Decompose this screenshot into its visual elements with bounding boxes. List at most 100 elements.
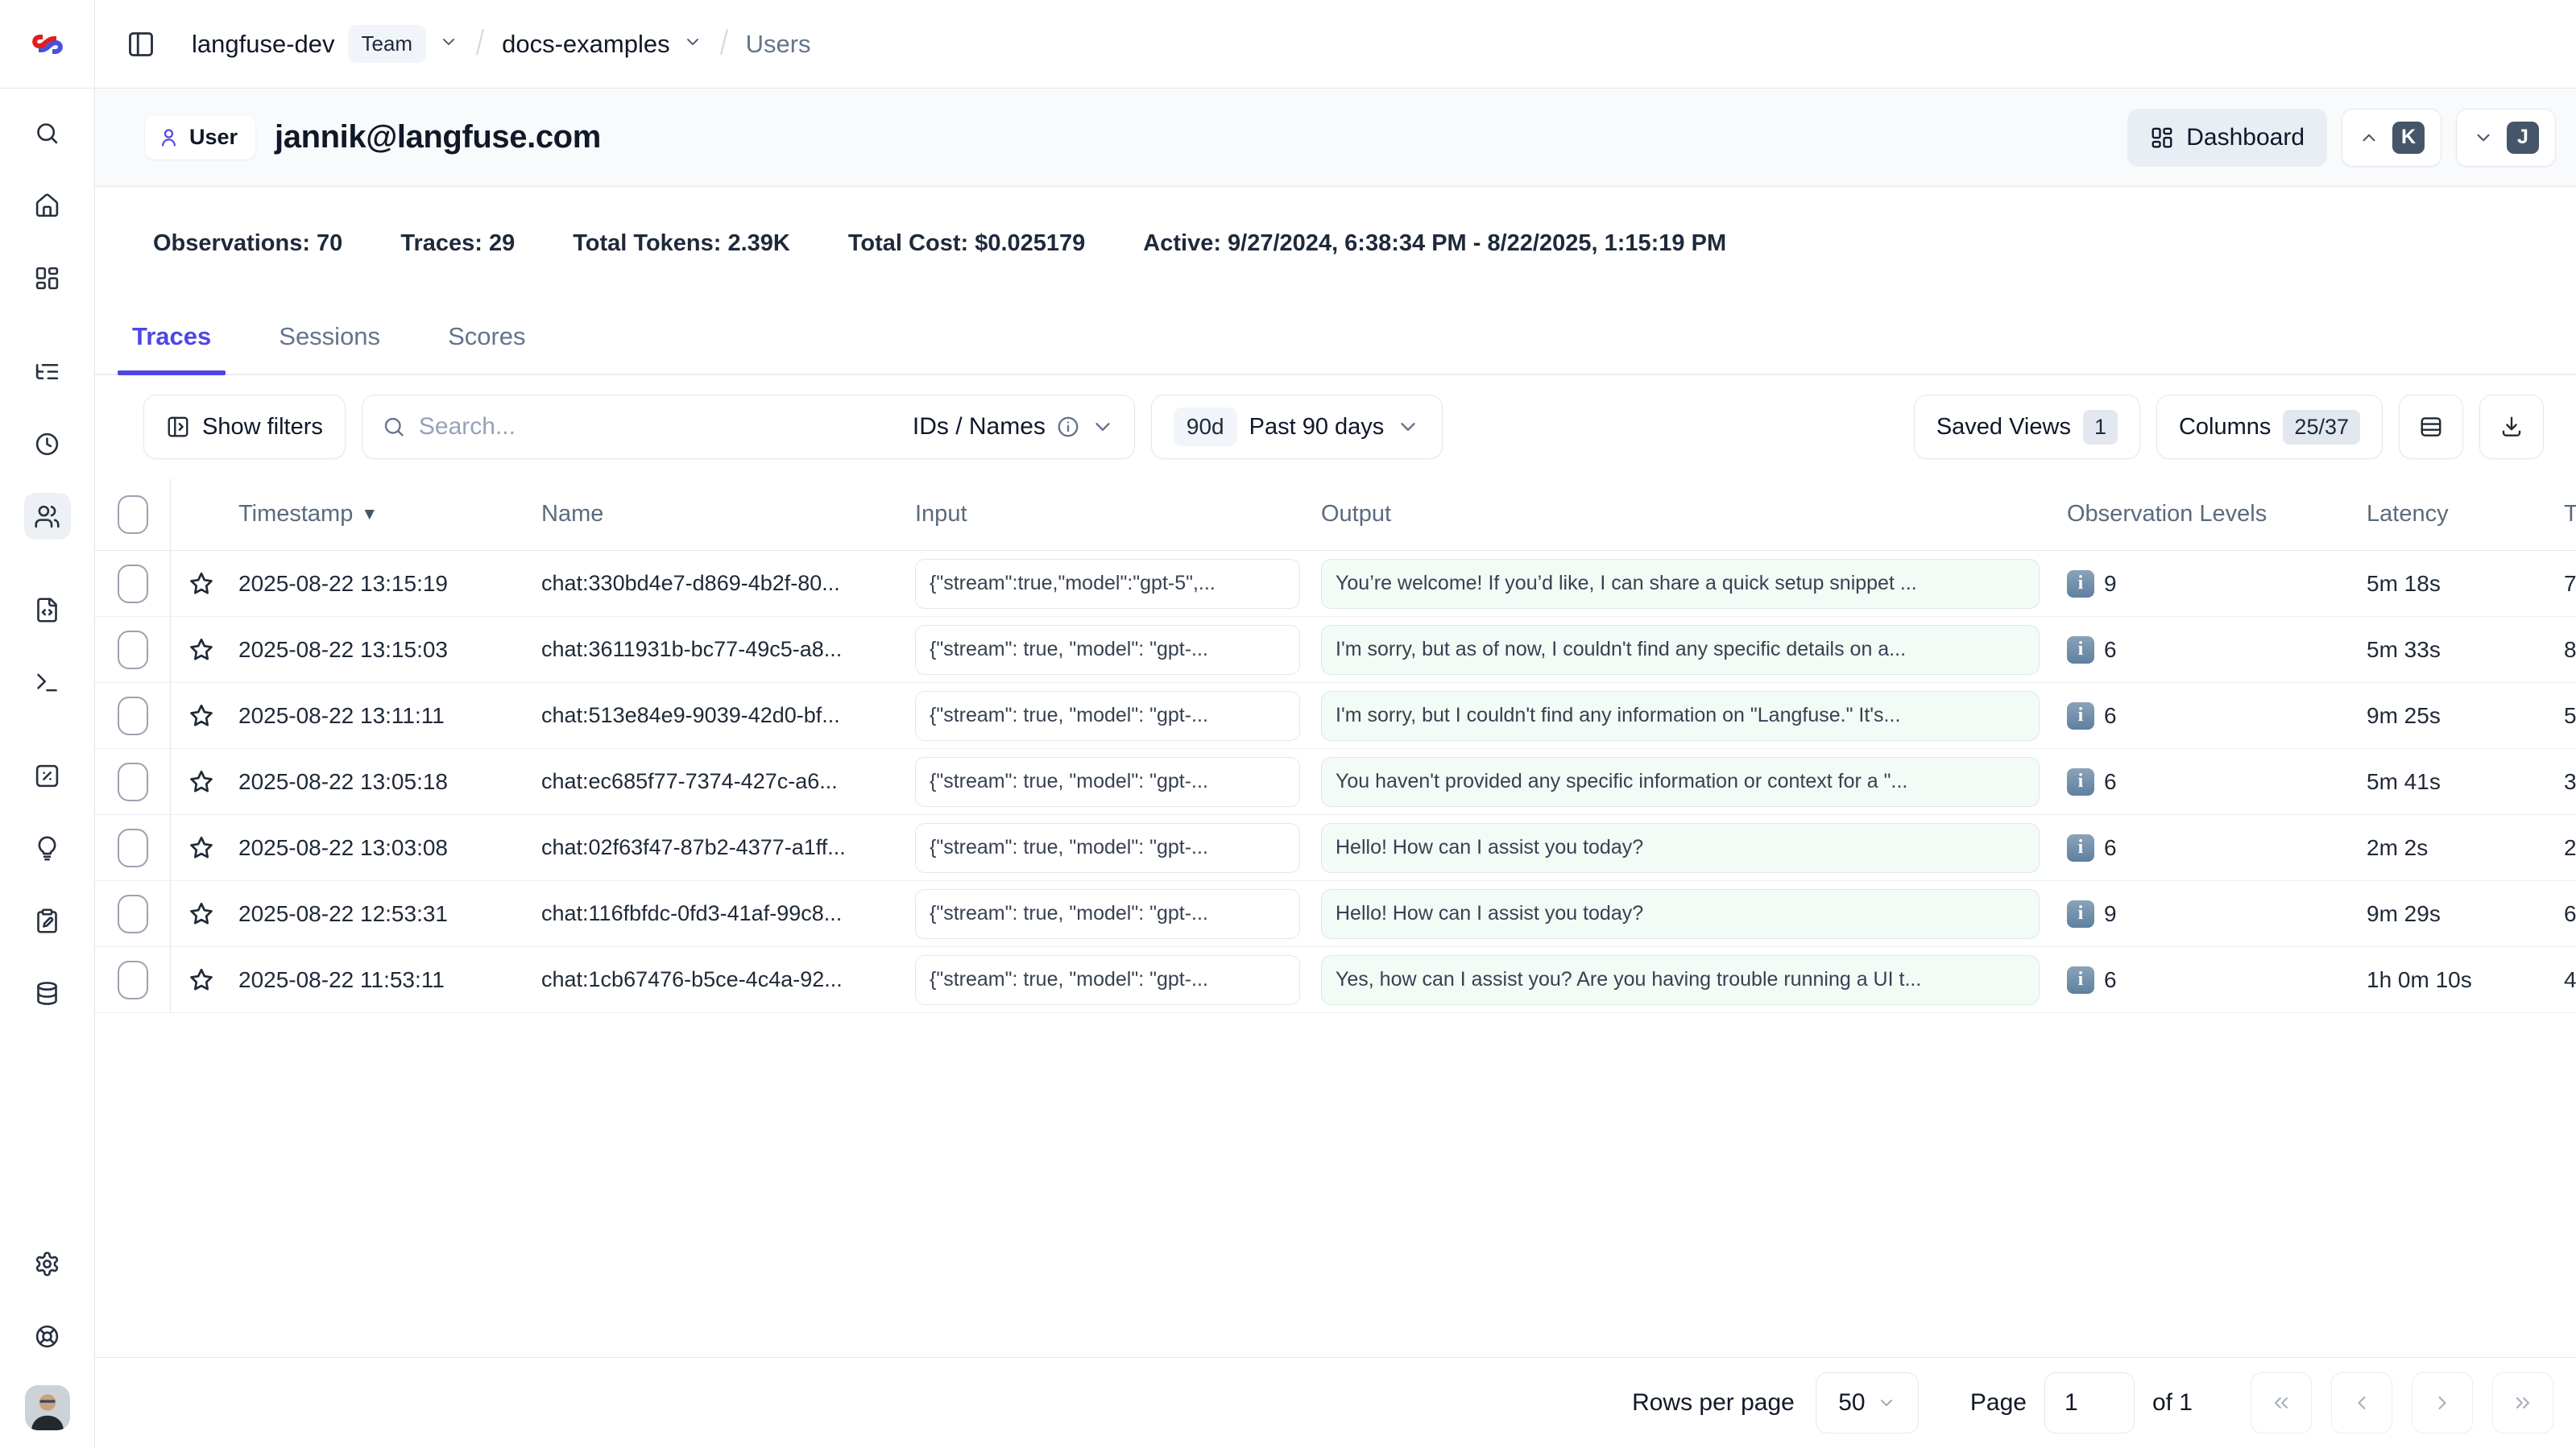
trace-name[interactable]: chat:330bd4e7-d869-4b2f-80...: [541, 571, 840, 596]
annotation-icon[interactable]: [24, 897, 71, 944]
trace-output-preview[interactable]: You haven't provided any specific inform…: [1321, 757, 2040, 807]
select-all-checkbox[interactable]: [118, 495, 148, 534]
trace-timestamp: 2025-08-22 13:11:11: [238, 703, 445, 729]
bookmark-star-icon[interactable]: [171, 749, 232, 814]
table-row[interactable]: 2025-08-22 11:53:11 chat:1cb67476-b5ce-4…: [95, 947, 2576, 1013]
breadcrumb-separator: [715, 27, 733, 61]
bookmark-star-icon[interactable]: [171, 551, 232, 616]
dashboard-button[interactable]: Dashboard: [2127, 109, 2327, 167]
tab-sessions[interactable]: Sessions: [275, 300, 383, 374]
prev-user-button[interactable]: K: [2342, 109, 2441, 167]
row-checkbox[interactable]: [118, 565, 148, 603]
trace-total-clipped: 2: [2564, 835, 2576, 861]
trace-output-preview[interactable]: I'm sorry, but as of now, I couldn't fin…: [1321, 625, 2040, 675]
bookmark-star-icon[interactable]: [171, 683, 232, 748]
time-range-select[interactable]: 90d Past 90 days: [1151, 395, 1443, 459]
org-plan-badge: Team: [348, 25, 427, 63]
search-icon[interactable]: [24, 110, 71, 156]
trace-input-preview[interactable]: {"stream": true, "model": "gpt-...: [915, 691, 1300, 741]
trace-total-clipped: 3: [2564, 769, 2576, 795]
trace-output-preview[interactable]: Hello! How can I assist you today?: [1321, 823, 2040, 873]
search-input[interactable]: [419, 413, 900, 441]
next-user-button[interactable]: J: [2456, 109, 2556, 167]
trace-name[interactable]: chat:3611931b-bc77-49c5-a8...: [541, 637, 842, 662]
table-row[interactable]: 2025-08-22 12:53:31 chat:116fbfdc-0fd3-4…: [95, 881, 2576, 947]
table-row[interactable]: 2025-08-22 13:15:03 chat:3611931b-bc77-4…: [95, 617, 2576, 683]
search-box[interactable]: IDs / Names: [362, 395, 1135, 459]
bookmark-star-icon[interactable]: [171, 617, 232, 682]
saved-views-count: 1: [2083, 410, 2118, 445]
trace-name[interactable]: chat:116fbfdc-0fd3-41af-99c8...: [541, 901, 842, 926]
trace-name[interactable]: chat:1cb67476-b5ce-4c4a-92...: [541, 967, 843, 992]
tab-scores[interactable]: Scores: [445, 300, 528, 374]
prompts-icon[interactable]: [24, 586, 71, 633]
table-row[interactable]: 2025-08-22 13:11:11 chat:513e84e9-9039-4…: [95, 683, 2576, 749]
row-checkbox[interactable]: [118, 763, 148, 801]
row-height-button[interactable]: [2399, 395, 2463, 459]
trace-input-preview[interactable]: {"stream": true, "model": "gpt-...: [915, 955, 1300, 1005]
trace-name[interactable]: chat:02f63f47-87b2-4377-a1ff...: [541, 835, 846, 860]
rows-per-page-select[interactable]: 50: [1816, 1372, 1919, 1434]
tab-traces[interactable]: Traces: [129, 300, 214, 374]
traces-table: Timestamp ▼ Name Input Output Observatio…: [95, 478, 2576, 1013]
row-checkbox[interactable]: [118, 829, 148, 867]
row-checkbox[interactable]: [118, 631, 148, 669]
lightbulb-icon[interactable]: [24, 825, 71, 871]
breadcrumb-project[interactable]: docs-examples: [502, 30, 669, 59]
users-icon[interactable]: [24, 493, 71, 540]
saved-views-button[interactable]: Saved Views 1: [1914, 395, 2140, 459]
row-checkbox[interactable]: [118, 895, 148, 933]
chevron-down-icon[interactable]: [439, 32, 458, 56]
playground-icon[interactable]: [24, 659, 71, 705]
trace-input-preview[interactable]: {"stream":true,"model":"gpt-5",...: [915, 559, 1300, 609]
breadcrumb-org[interactable]: langfuse-dev: [192, 30, 335, 59]
row-checkbox[interactable]: [118, 697, 148, 735]
sessions-icon[interactable]: [24, 420, 71, 467]
table-body: 2025-08-22 13:15:19 chat:330bd4e7-d869-4…: [95, 551, 2576, 1013]
trace-output-preview[interactable]: Hello! How can I assist you today?: [1321, 889, 2040, 939]
show-filters-button[interactable]: Show filters: [143, 395, 346, 459]
last-page-button[interactable]: [2492, 1372, 2553, 1434]
langfuse-logo[interactable]: [0, 0, 94, 89]
next-page-button[interactable]: [2412, 1372, 2473, 1434]
prev-page-button[interactable]: [2331, 1372, 2392, 1434]
export-button[interactable]: [2479, 395, 2544, 459]
chevron-down-icon[interactable]: [683, 32, 702, 56]
trace-input-preview[interactable]: {"stream": true, "model": "gpt-...: [915, 625, 1300, 675]
home-icon[interactable]: [24, 182, 71, 229]
tracing-icon[interactable]: [24, 348, 71, 395]
bookmark-star-icon[interactable]: [171, 881, 232, 946]
columns-count: 25/37: [2283, 410, 2360, 445]
search-scope-select[interactable]: IDs / Names: [913, 413, 1115, 441]
dashboards-icon[interactable]: [24, 254, 71, 301]
info-level-icon: i: [2067, 570, 2094, 598]
table-row[interactable]: 2025-08-22 13:03:08 chat:02f63f47-87b2-4…: [95, 815, 2576, 881]
support-icon[interactable]: [24, 1313, 71, 1359]
trace-output-preview[interactable]: You’re welcome! If you’d like, I can sha…: [1321, 559, 2040, 609]
trace-input-preview[interactable]: {"stream": true, "model": "gpt-...: [915, 889, 1300, 939]
col-name[interactable]: Name: [541, 478, 915, 550]
trace-name[interactable]: chat:513e84e9-9039-42d0-bf...: [541, 703, 840, 728]
columns-button[interactable]: Columns 25/37: [2156, 395, 2383, 459]
page-number-input[interactable]: [2044, 1372, 2135, 1434]
trace-output-preview[interactable]: I'm sorry, but I couldn't find any infor…: [1321, 691, 2040, 741]
settings-icon[interactable]: [24, 1240, 71, 1287]
stat-total-tokens: Total Tokens: 2.39K: [573, 230, 790, 257]
trace-name[interactable]: chat:ec685f77-7374-427c-a6...: [541, 769, 838, 794]
bookmark-star-icon[interactable]: [171, 815, 232, 880]
sidebar-toggle-icon[interactable]: [122, 26, 159, 63]
chevron-left-icon: [2350, 1392, 2373, 1414]
evaluation-icon[interactable]: [24, 752, 71, 799]
trace-input-preview[interactable]: {"stream": true, "model": "gpt-...: [915, 757, 1300, 807]
datasets-icon[interactable]: [24, 970, 71, 1016]
bookmark-star-icon[interactable]: [171, 947, 232, 1012]
col-timestamp[interactable]: Timestamp ▼: [232, 478, 541, 550]
trace-input-preview[interactable]: {"stream": true, "model": "gpt-...: [915, 823, 1300, 873]
user-avatar[interactable]: [25, 1385, 70, 1430]
table-row[interactable]: 2025-08-22 13:05:18 chat:ec685f77-7374-4…: [95, 749, 2576, 815]
table-row[interactable]: 2025-08-22 13:15:19 chat:330bd4e7-d869-4…: [95, 551, 2576, 617]
first-page-button[interactable]: [2251, 1372, 2312, 1434]
col-latency[interactable]: Latency: [2367, 478, 2564, 550]
trace-output-preview[interactable]: Yes, how can I assist you? Are you havin…: [1321, 955, 2040, 1005]
row-checkbox[interactable]: [118, 961, 148, 999]
